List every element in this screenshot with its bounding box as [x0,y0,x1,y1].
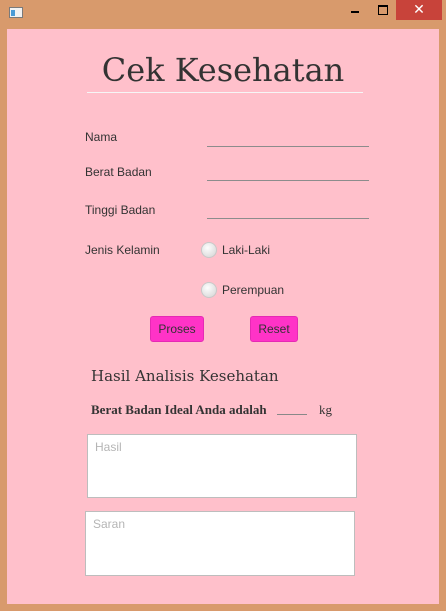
proses-button[interactable]: Proses [150,316,204,342]
laki-laki-label: Laki-Laki [222,243,271,257]
app-icon [9,7,23,18]
minimize-icon [351,11,359,13]
reset-button[interactable]: Reset [250,316,298,342]
tinggi-badan-label: Tinggi Badan [85,203,156,217]
page-title: Cek Kesehatan [101,51,345,89]
title-bar: ✕ [0,0,446,29]
nama-label: Nama [85,130,118,144]
ideal-weight-label: Berat Badan Ideal Anda adalah [91,402,267,417]
hasil-section-title: Hasil Analisis Kesehatan [91,367,279,385]
minimize-button[interactable] [341,0,369,20]
maximize-icon [378,5,388,15]
saran-textarea[interactable] [85,511,355,576]
maximize-button[interactable] [369,0,397,20]
berat-badan-label: Berat Badan [85,165,152,179]
hasil-textarea[interactable] [87,434,357,498]
berat-badan-input[interactable] [207,163,369,181]
close-icon: ✕ [413,2,425,18]
perempuan-radio[interactable] [201,282,217,298]
perempuan-label: Perempuan [222,283,285,297]
content-area: Cek Kesehatan Nama Berat Badan Tinggi Ba… [7,29,439,604]
close-button[interactable]: ✕ [396,0,442,20]
title-divider [87,92,363,93]
weight-unit-label: kg [319,402,332,417]
tinggi-badan-input[interactable] [207,201,369,219]
jenis-kelamin-label: Jenis Kelamin [85,243,160,257]
nama-input[interactable] [207,129,369,147]
ideal-weight-value [277,401,307,415]
app-window: ✕ Cek Kesehatan Nama Berat Badan Tinggi … [0,0,446,611]
laki-laki-radio[interactable] [201,242,217,258]
